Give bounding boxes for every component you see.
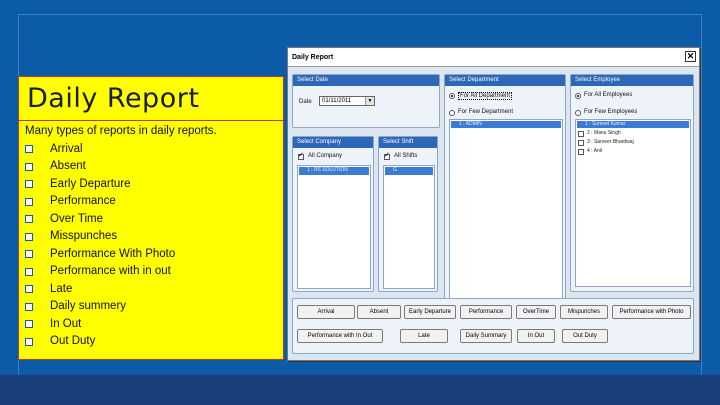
list-item: Over Time [25, 211, 283, 229]
company-list[interactable]: 1 : RS SOLUTION [297, 165, 371, 289]
list-item: Performance With Photo [25, 246, 283, 264]
few-employees-label: For Few Employees [584, 109, 638, 115]
checkbox-bullet-icon [25, 267, 33, 276]
list-item[interactable]: 1 : RS SOLUTION [299, 167, 369, 175]
checkbox-bullet-icon [25, 197, 33, 206]
list-item: Performance [25, 193, 283, 211]
dialog-title-bar: Daily Report ✕ [288, 48, 699, 67]
early-departure-button[interactable]: Early Departure [404, 305, 456, 319]
chevron-down-icon[interactable]: ▼ [365, 97, 374, 105]
select-shift-group: Select Shift All Shifts G [378, 136, 438, 292]
employee-list[interactable]: 1 : Sumeet Kumar 2 : Manu Singh 3 : Sarv… [575, 119, 691, 287]
checkbox-bullet-icon [25, 180, 33, 189]
performance-button[interactable]: Performance [460, 305, 512, 319]
select-company-header: Select Company [293, 137, 373, 148]
table-row[interactable]: 1 : Sumeet Kumar [577, 121, 689, 128]
select-department-group: Select Department For All Department For… [444, 74, 566, 334]
overtime-button[interactable]: OverTime [516, 305, 556, 319]
late-button[interactable]: Late [400, 329, 448, 343]
list-item[interactable]: 1 : ADMIN [451, 121, 561, 128]
all-shifts-label: All Shifts [394, 153, 418, 159]
select-shift-header: Select Shift [379, 137, 437, 148]
text-box: Daily Report Many types of reports in da… [18, 76, 284, 360]
daily-summary-button[interactable]: Daily Summary [460, 329, 512, 343]
slide-bottom-strip [0, 375, 720, 405]
checkbox-bullet-icon [25, 232, 33, 241]
few-department-label: For Few Department [458, 109, 514, 115]
checkbox-bullet-icon [25, 285, 33, 294]
list-item: Absent [25, 158, 283, 176]
list-item[interactable]: G [385, 167, 433, 175]
daily-report-dialog: Daily Report ✕ Select Date Date 01/11/20… [287, 47, 700, 361]
close-icon[interactable]: ✕ [685, 51, 696, 62]
select-company-group: Select Company All Company 1 : RS SOLUTI… [292, 136, 374, 292]
radio-all-employees[interactable] [575, 93, 581, 99]
checkbox-bullet-icon [25, 145, 33, 154]
checkbox-bullet-icon [25, 302, 33, 311]
employee-checkbox[interactable] [578, 149, 584, 155]
list-item: Out Duty [25, 333, 283, 351]
list-item: Late [25, 281, 283, 299]
dialog-title: Daily Report [292, 54, 334, 61]
select-date-group: Select Date Date 01/11/2011 ▼ [292, 74, 440, 128]
list-item: Daily summery [25, 298, 283, 316]
date-value: 01/11/2011 [322, 98, 352, 104]
date-label: Date [299, 99, 312, 105]
all-shifts-checkbox[interactable] [384, 151, 390, 160]
list-item: In Out [25, 316, 283, 334]
select-employee-header: Select Employee [571, 75, 693, 86]
select-department-header: Select Department [445, 75, 565, 86]
list-item: Arrival [25, 141, 283, 159]
all-company-label: All Company [308, 153, 343, 159]
employee-checkbox[interactable] [578, 131, 584, 137]
arrival-button[interactable]: Arrival [297, 305, 355, 319]
performance-with-photo-button[interactable]: Performance with Photo [612, 305, 691, 319]
employee-checkbox[interactable] [578, 140, 584, 146]
absent-button[interactable]: Absent [357, 305, 401, 319]
slide: Daily Report Many types of reports in da… [0, 0, 720, 405]
checkbox-bullet-icon [25, 250, 33, 259]
slide-title: Daily Report [19, 77, 283, 121]
list-item: Early Departure [25, 176, 283, 194]
report-buttons-panel: Arrival Absent Early Departure Performan… [292, 298, 694, 354]
slide-intro: Many types of reports in daily reports. [25, 125, 217, 137]
radio-all-department[interactable] [449, 93, 455, 99]
select-employee-group: Select Employee For All Employees For Fe… [570, 74, 694, 292]
all-department-label: For All Department [458, 92, 513, 100]
checkbox-bullet-icon [25, 337, 33, 346]
select-date-header: Select Date [293, 75, 439, 86]
all-company-checkbox[interactable] [298, 151, 304, 160]
checkbox-bullet-icon [25, 162, 33, 171]
table-row[interactable]: 4 : Anil [587, 148, 602, 154]
in-out-button[interactable]: In Out [517, 329, 555, 343]
radio-few-employees[interactable] [575, 110, 581, 116]
all-employees-label: For All Employees [584, 92, 633, 98]
table-row[interactable]: 3 : Sarveer Bhardwaj [587, 139, 634, 145]
list-item: Misspunches [25, 228, 283, 246]
mispunches-button[interactable]: Mispunches [560, 305, 608, 319]
checkbox-bullet-icon [25, 320, 33, 329]
radio-few-department[interactable] [449, 110, 455, 116]
date-picker[interactable]: 01/11/2011 ▼ [319, 96, 375, 106]
out-duty-button[interactable]: Out Duty [562, 329, 608, 343]
checkbox-bullet-icon [25, 215, 33, 224]
performance-with-in-out-button[interactable]: Performance with In Out [297, 329, 383, 343]
report-type-list: Arrival Absent Early Departure Performan… [19, 141, 283, 351]
table-row[interactable]: 2 : Manu Singh [587, 130, 621, 136]
shift-list[interactable]: G [383, 165, 435, 289]
list-item: Performance with in out [25, 263, 283, 281]
